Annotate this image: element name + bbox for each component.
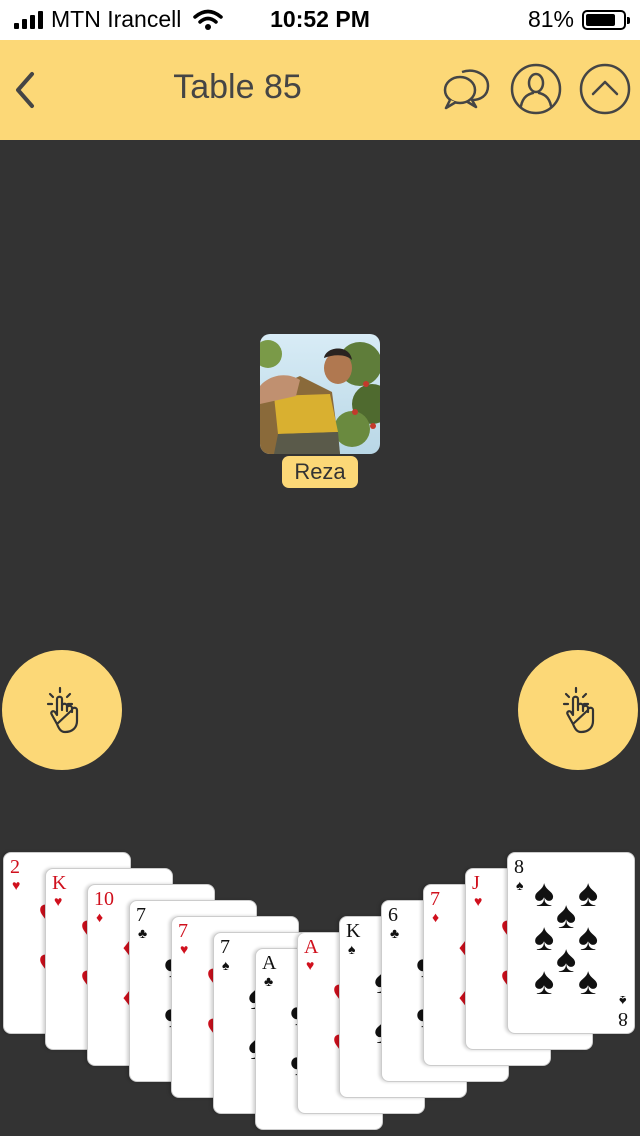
- status-bar: MTN Irancell 10:52 PM 81%: [0, 0, 640, 40]
- card-pip: ♠: [534, 961, 555, 1003]
- card-suit: ♣: [264, 973, 274, 989]
- card-suit: ♠: [222, 957, 230, 973]
- card-suit: ♥: [180, 941, 189, 957]
- card-rank: 7: [430, 888, 440, 910]
- collapse-up-icon[interactable]: [578, 62, 632, 116]
- header-bar: Table 85: [0, 40, 640, 140]
- page-title: Table 85: [173, 68, 302, 106]
- battery-percent: 81%: [527, 6, 574, 32]
- tap-hand-icon: [562, 686, 595, 734]
- player-avatar[interactable]: [260, 334, 380, 454]
- card-suit: ♠: [516, 877, 524, 893]
- card-pip: ♠: [578, 873, 599, 915]
- card-rank: 2: [10, 856, 20, 878]
- card-rank: 10: [94, 888, 114, 910]
- card-rank: 6: [388, 904, 398, 926]
- card-suit: ♦: [96, 909, 104, 925]
- game-screen: { "status_bar": { "carrier": "MTN Irance…: [0, 0, 640, 1136]
- card-rank: 7: [220, 936, 230, 958]
- tap-left-button[interactable]: [2, 650, 122, 770]
- avatar-photo: [260, 334, 380, 454]
- card-pip: ♠: [534, 873, 555, 915]
- card-rank: A: [304, 936, 319, 958]
- card-rank: K: [52, 872, 67, 894]
- back-icon[interactable]: [6, 62, 46, 118]
- tap-hand-icon: [46, 686, 79, 734]
- card-pip: ♠: [556, 895, 577, 937]
- card-rank: A: [262, 952, 277, 974]
- card-pip: ♠: [556, 939, 577, 981]
- card-suit-bottom: ♠: [618, 993, 626, 1009]
- status-right: 81%: [527, 6, 630, 33]
- hand-card[interactable]: 8 ♠ ♠ ♠ ♠ ♠ ♠ ♠ ♠ ♠ 8 ♠: [507, 852, 635, 1034]
- card-suit: ♦: [432, 909, 440, 925]
- card-rank: J: [472, 872, 480, 894]
- card-pip: ♠: [578, 917, 599, 959]
- card-suit: ♣: [390, 925, 400, 941]
- battery-icon: [582, 9, 630, 30]
- card-rank: 7: [178, 920, 188, 942]
- card-pip: ♠: [534, 917, 555, 959]
- card-suit: ♥: [54, 893, 63, 909]
- profile-icon[interactable]: [509, 62, 563, 116]
- card-suit: ♥: [474, 893, 483, 909]
- tap-right-button[interactable]: [518, 650, 638, 770]
- card-suit: ♥: [12, 877, 21, 893]
- card-rank: K: [346, 920, 361, 942]
- chat-icon[interactable]: [440, 62, 494, 116]
- card-suit: ♣: [138, 925, 148, 941]
- card-suit: ♠: [348, 941, 356, 957]
- card-rank: 7: [136, 904, 146, 926]
- card-rank: 8: [514, 856, 524, 878]
- card-rank-bottom: 8: [618, 1008, 628, 1030]
- card-suit: ♥: [306, 957, 315, 973]
- player-name-badge: Reza: [282, 456, 358, 488]
- card-pip: ♠: [578, 961, 599, 1003]
